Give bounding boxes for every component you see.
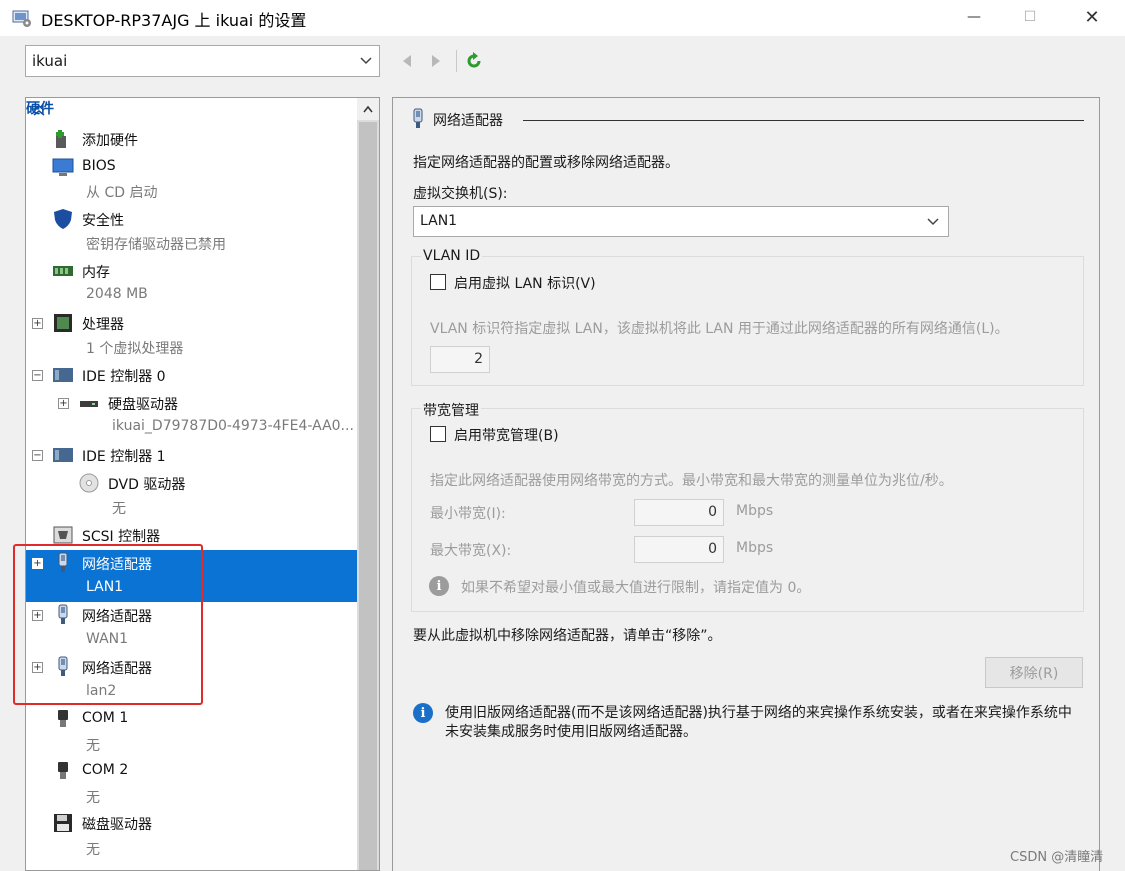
- forward-button[interactable]: [426, 50, 446, 72]
- tree-item-ide-0[interactable]: − IDE 控制器 0: [26, 362, 359, 388]
- vm-select[interactable]: ikuai: [25, 45, 380, 77]
- memory-icon: [53, 266, 73, 276]
- scroll-thumb[interactable]: [359, 122, 377, 870]
- vlan-id-input[interactable]: 2: [430, 346, 490, 373]
- hardware-tree[interactable]: 硬件 添加硬件 BIOS 从 CD 启动 安全性 密钥存储驱动器已禁用 内存 2…: [25, 97, 380, 871]
- chevron-down-icon: [360, 57, 372, 65]
- tree-item-dvd[interactable]: DVD 驱动器 无: [26, 470, 359, 520]
- vlan-description: VLAN 标识符指定虚拟 LAN，该虚拟机将此 LAN 用于通过此网络适配器的所…: [430, 321, 1009, 337]
- refresh-icon: [467, 52, 481, 68]
- processor-icon: [54, 314, 72, 332]
- legacy-adapter-info: 使用旧版网络适配器(而不是该网络适配器)执行基于网络的来宾操作系统安装，或者在来…: [445, 705, 1072, 740]
- expand-toggle[interactable]: +: [58, 398, 69, 409]
- tree-item-ide-1[interactable]: − IDE 控制器 1: [26, 442, 359, 468]
- watermark: CSDN @清瞳清: [1010, 850, 1104, 865]
- remove-description: 要从此虚拟机中移除网络适配器，请单击“移除”。: [413, 628, 722, 644]
- toolbar-separator: [456, 50, 457, 72]
- virtual-switch-select[interactable]: LAN1: [413, 206, 949, 237]
- min-bandwidth-input[interactable]: 0: [634, 499, 724, 526]
- close-button[interactable]: ✕: [1064, 0, 1120, 34]
- bandwidth-checkbox[interactable]: [430, 426, 446, 442]
- bandwidth-group-label: 带宽管理: [421, 400, 481, 420]
- com-port-icon: [58, 762, 68, 779]
- virtual-switch-value: LAN1: [420, 213, 458, 229]
- min-bandwidth-label: 最小带宽(I):: [430, 506, 506, 522]
- expand-toggle[interactable]: +: [32, 318, 43, 329]
- shield-icon: [54, 209, 72, 229]
- scroll-up-button[interactable]: [357, 98, 379, 120]
- bandwidth-hint: 如果不希望对最小值或最大值进行限制，请指定值为 0。: [461, 580, 811, 596]
- ide-controller-icon: [53, 368, 73, 382]
- tree-item-memory[interactable]: 内存 2048 MB: [26, 258, 359, 308]
- max-bandwidth-label: 最大带宽(X):: [430, 543, 512, 559]
- max-bandwidth-unit: Mbps: [736, 540, 774, 556]
- settings-panel: 网络适配器 指定网络适配器的配置或移除网络适配器。 虚拟交换机(S): LAN1…: [392, 97, 1100, 871]
- arrow-right-icon: [432, 55, 440, 67]
- tree-item-security[interactable]: 安全性 密钥存储驱动器已禁用: [26, 206, 359, 256]
- section-header-hardware[interactable]: 硬件: [26, 98, 359, 122]
- add-hardware-icon: [56, 130, 66, 148]
- ide-controller-icon: [53, 448, 73, 462]
- tree-item-processor[interactable]: + 处理器 1 个虚拟处理器: [26, 310, 359, 360]
- info-icon: i: [429, 576, 449, 596]
- remove-button[interactable]: 移除(R): [985, 657, 1083, 688]
- bios-icon: [52, 158, 74, 176]
- floppy-icon: [54, 814, 72, 832]
- panel-description: 指定网络适配器的配置或移除网络适配器。: [413, 155, 679, 171]
- dvd-icon: [79, 473, 99, 493]
- minimize-button[interactable]: —: [946, 0, 1002, 34]
- tree-item-com2[interactable]: COM 2 无: [26, 758, 359, 810]
- collapse-toggle[interactable]: −: [32, 450, 43, 461]
- refresh-button[interactable]: [464, 50, 484, 72]
- tree-item-hard-drive[interactable]: + 硬盘驱动器 ikuai_D79787D0-4973-4FE4-AA0...: [26, 390, 359, 440]
- vlan-checkbox-label[interactable]: 启用虚拟 LAN 标识(V): [454, 273, 596, 293]
- tree-item-com1[interactable]: COM 1 无: [26, 706, 359, 758]
- info-icon: i: [413, 703, 433, 723]
- arrow-left-icon: [403, 55, 411, 67]
- vlan-checkbox[interactable]: [430, 274, 446, 290]
- min-bandwidth-unit: Mbps: [736, 503, 774, 519]
- tree-item-bios[interactable]: BIOS 从 CD 启动: [26, 154, 359, 204]
- network-adapter-icon: [413, 108, 423, 128]
- settings-app-icon: [12, 10, 31, 27]
- collapse-up-icon: [33, 104, 45, 116]
- back-button[interactable]: [397, 50, 417, 72]
- vm-select-value: ikuai: [32, 52, 68, 70]
- title-divider: [523, 120, 1084, 121]
- max-bandwidth-input[interactable]: 0: [634, 536, 724, 563]
- bandwidth-description: 指定此网络适配器使用网络带宽的方式。最小带宽和最大带宽的测量单位为兆位/秒。: [430, 473, 953, 489]
- chevron-up-icon: [363, 105, 373, 113]
- tree-scrollbar[interactable]: [357, 98, 379, 870]
- vlan-group-label: VLAN ID: [421, 248, 483, 264]
- bandwidth-checkbox-label[interactable]: 启用带宽管理(B): [454, 425, 559, 445]
- title-bar: DESKTOP-RP37AJG 上 ikuai 的设置 — ☐ ✕: [0, 0, 1125, 36]
- com-port-icon: [58, 710, 68, 727]
- scsi-icon: [53, 526, 73, 544]
- chevron-down-icon: [927, 218, 939, 226]
- tree-item-floppy[interactable]: 磁盘驱动器 无: [26, 810, 359, 862]
- red-highlight-box: [13, 544, 203, 705]
- switch-label: 虚拟交换机(S):: [413, 186, 508, 202]
- collapse-toggle[interactable]: −: [32, 370, 43, 381]
- hard-drive-icon: [80, 401, 98, 407]
- panel-title: 网络适配器: [433, 113, 503, 129]
- window-title: DESKTOP-RP37AJG 上 ikuai 的设置: [41, 11, 307, 30]
- tree-item-add-hardware[interactable]: 添加硬件: [26, 126, 359, 152]
- maximize-button[interactable]: ☐: [1002, 0, 1058, 34]
